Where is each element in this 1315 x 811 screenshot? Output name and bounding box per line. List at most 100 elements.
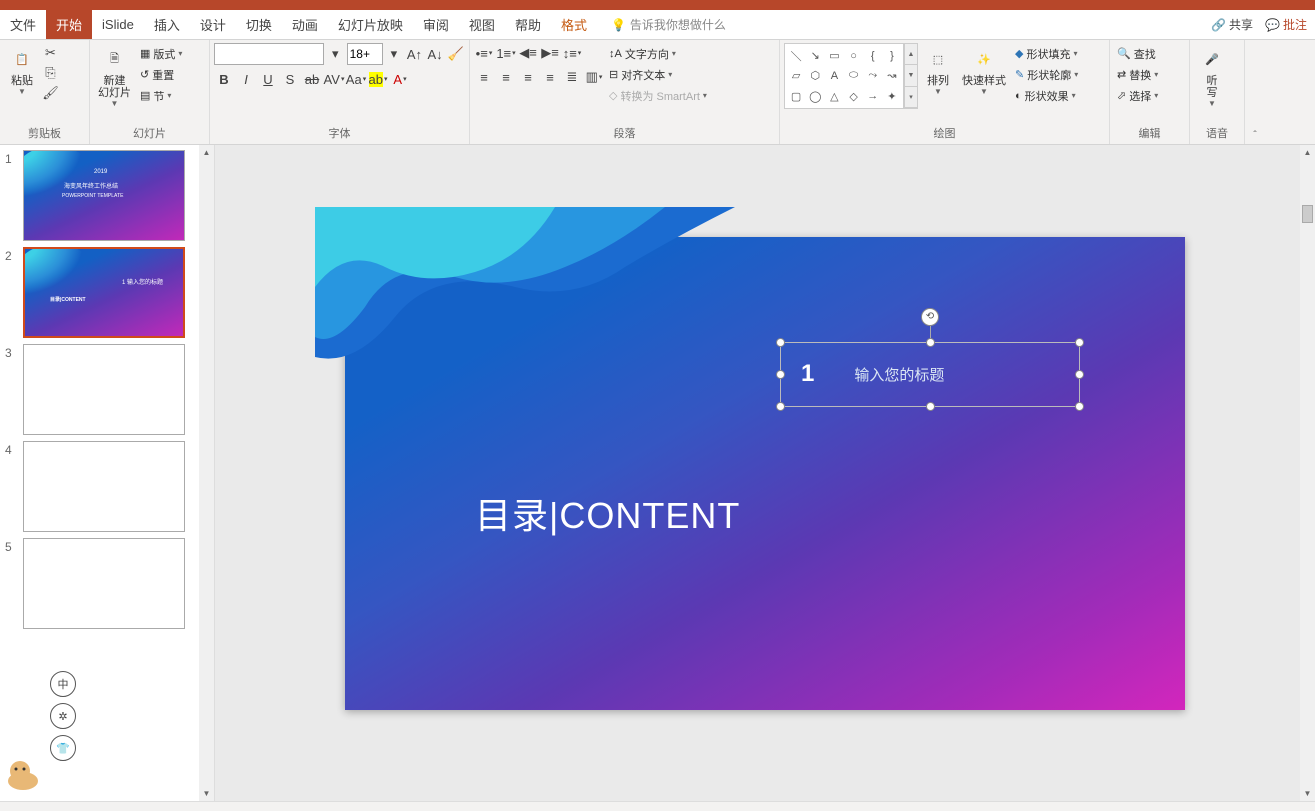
paste-button[interactable]: 📋 粘贴 ▼ <box>4 43 40 98</box>
scroll-down-icon[interactable]: ▼ <box>1300 786 1315 801</box>
distribute-button[interactable]: ≣ <box>562 67 582 87</box>
tab-file[interactable]: 文件 <box>0 10 46 39</box>
font-name-input[interactable] <box>214 43 324 65</box>
oval-shape-icon[interactable]: ○ <box>844 46 862 65</box>
arrow-shape-icon[interactable]: ↘ <box>806 46 824 65</box>
layout-button[interactable]: ▦版式▾ <box>137 43 185 64</box>
align-right-button[interactable]: ≡ <box>518 67 538 87</box>
smartart-button[interactable]: ◇转换为 SmartArt▾ <box>606 85 710 106</box>
slide-thumbnail-4[interactable] <box>23 441 185 532</box>
font-size-input[interactable] <box>347 43 383 65</box>
rect3-shape-icon[interactable]: ▢ <box>787 87 805 106</box>
shadow-button[interactable]: S <box>280 69 300 89</box>
slide-thumbnail-5[interactable] <box>23 538 185 629</box>
scroll-up-icon[interactable]: ▲ <box>199 145 214 160</box>
connector-shape-icon[interactable]: ⤳ <box>864 66 882 85</box>
thumbnail-scrollbar[interactable]: ▲ ▼ <box>199 145 214 801</box>
speech-bubble-3[interactable]: 👕 <box>50 735 76 761</box>
slide-thumbnail-1[interactable]: 2019 海变风年终工作总结 POWERPOINT TEMPLATE <box>23 150 185 241</box>
resize-handle-tr[interactable] <box>1075 338 1084 347</box>
assistant-character[interactable] <box>5 751 45 791</box>
copy-button[interactable]: ⎘ <box>42 63 59 83</box>
lbracket-shape-icon[interactable]: { <box>864 46 882 65</box>
editor-area[interactable]: 目录|CONTENT ⟲ 1 输入您的标题 ▲ ▼ <box>215 145 1315 801</box>
scroll-down-icon[interactable]: ▼ <box>199 786 214 801</box>
content-title[interactable]: 目录|CONTENT <box>475 487 740 539</box>
highlight-button[interactable]: ab▾ <box>368 69 388 89</box>
tab-help[interactable]: 帮助 <box>505 10 551 39</box>
shapes-scrollbar[interactable]: ▲▼▾ <box>904 43 918 109</box>
change-case-button[interactable]: Aa▾ <box>346 69 366 89</box>
clear-format-button[interactable]: 🧹 <box>446 44 465 64</box>
bold-button[interactable]: B <box>214 69 234 89</box>
shrink-font-button[interactable]: A↓ <box>426 44 445 64</box>
star-shape-icon[interactable]: ✦ <box>883 87 901 106</box>
rbracket-shape-icon[interactable]: } <box>883 46 901 65</box>
resize-handle-tl[interactable] <box>776 338 785 347</box>
align-center-button[interactable]: ≡ <box>496 67 516 87</box>
align-left-button[interactable]: ≡ <box>474 67 494 87</box>
resize-handle-bm[interactable] <box>926 402 935 411</box>
increase-indent-button[interactable]: ▶≡ <box>540 43 560 63</box>
tab-insert[interactable]: 插入 <box>144 10 190 39</box>
speech-bubble-2[interactable]: ✲ <box>50 703 76 729</box>
shape-outline-button[interactable]: ✎形状轮廓▾ <box>1012 64 1081 85</box>
shape-fill-button[interactable]: ◆形状填充▾ <box>1012 43 1081 64</box>
section-button[interactable]: ▤节▾ <box>137 85 185 106</box>
decrease-indent-button[interactable]: ◀≡ <box>518 43 538 63</box>
speech-bubble-1[interactable]: 中 <box>50 671 76 697</box>
underline-button[interactable]: U <box>258 69 278 89</box>
tab-view[interactable]: 视图 <box>459 10 505 39</box>
tab-design[interactable]: 设计 <box>190 10 236 39</box>
textbox-shape-icon[interactable]: A <box>825 66 843 85</box>
resize-handle-br[interactable] <box>1075 402 1084 411</box>
rect2-shape-icon[interactable]: ▱ <box>787 66 805 85</box>
char-spacing-button[interactable]: AV▾ <box>324 69 344 89</box>
font-dropdown-button[interactable]: ▾ <box>326 44 345 64</box>
bullets-button[interactable]: •≡▾ <box>474 43 494 63</box>
justify-button[interactable]: ≡ <box>540 67 560 87</box>
tab-slideshow[interactable]: 幻灯片放映 <box>328 10 413 39</box>
line-spacing-button[interactable]: ↕≡▾ <box>562 43 582 63</box>
select-button[interactable]: ⬀选择▾ <box>1114 85 1161 106</box>
round-shape-icon[interactable]: ◯ <box>806 87 824 106</box>
tab-transitions[interactable]: 切换 <box>236 10 282 39</box>
tell-me-search[interactable]: 💡 告诉我你想做什么 <box>611 16 726 33</box>
numbering-button[interactable]: 1≡▾ <box>496 43 516 63</box>
tab-islide[interactable]: iSlide <box>92 10 144 39</box>
line-shape-icon[interactable]: ＼ <box>787 46 805 65</box>
grow-font-button[interactable]: A↑ <box>405 44 424 64</box>
quick-styles-button[interactable]: ✨ 快速样式 ▼ <box>958 43 1010 98</box>
editor-vertical-scrollbar[interactable]: ▲ ▼ <box>1300 145 1315 801</box>
align-text-button[interactable]: ⊟对齐文本▾ <box>606 64 710 85</box>
share-button[interactable]: 🔗 共享 <box>1211 16 1253 33</box>
callout-shape-icon[interactable]: ⬭ <box>844 66 862 85</box>
resize-handle-tm[interactable] <box>926 338 935 347</box>
arrange-button[interactable]: ⬚ 排列 ▼ <box>920 43 956 98</box>
slide-thumbnail-3[interactable] <box>23 344 185 435</box>
scrollbar-thumb[interactable] <box>1302 205 1313 223</box>
cut-button[interactable]: ✂ <box>42 43 59 63</box>
strikethrough-button[interactable]: ab <box>302 69 322 89</box>
slide-thumbnail-2[interactable]: 1 输入您的标题 目录|CONTENT <box>23 247 185 338</box>
replace-button[interactable]: ⇄替换▾ <box>1114 64 1161 85</box>
scroll-up-icon[interactable]: ▲ <box>1300 145 1315 160</box>
resize-handle-ml[interactable] <box>776 370 785 379</box>
reset-button[interactable]: ↺重置 <box>137 64 185 85</box>
hex-shape-icon[interactable]: ⬡ <box>806 66 824 85</box>
tab-animations[interactable]: 动画 <box>282 10 328 39</box>
italic-button[interactable]: I <box>236 69 256 89</box>
shapes-gallery[interactable]: ＼ ↘ ▭ ○ { } ▱ ⬡ A ⬭ ⤳ ↝ ▢ ◯ △ ◇ → <box>784 43 904 109</box>
triangle-shape-icon[interactable]: △ <box>825 87 843 106</box>
resize-handle-mr[interactable] <box>1075 370 1084 379</box>
freeform-shape-icon[interactable]: ↝ <box>883 66 901 85</box>
new-slide-button[interactable]: 🗎 新建 幻灯片 ▼ <box>94 43 135 110</box>
columns-button[interactable]: ▥▾ <box>584 67 604 87</box>
tab-format[interactable]: 格式 <box>551 10 597 39</box>
comments-button[interactable]: 💬 批注 <box>1265 16 1307 33</box>
rotate-handle[interactable]: ⟲ <box>921 308 939 326</box>
collapse-ribbon-button[interactable]: ˆ <box>1245 40 1265 144</box>
dictate-button[interactable]: 🎤 听 写 ▼ <box>1194 43 1230 110</box>
rect-shape-icon[interactable]: ▭ <box>825 46 843 65</box>
size-dropdown-button[interactable]: ▾ <box>385 44 404 64</box>
